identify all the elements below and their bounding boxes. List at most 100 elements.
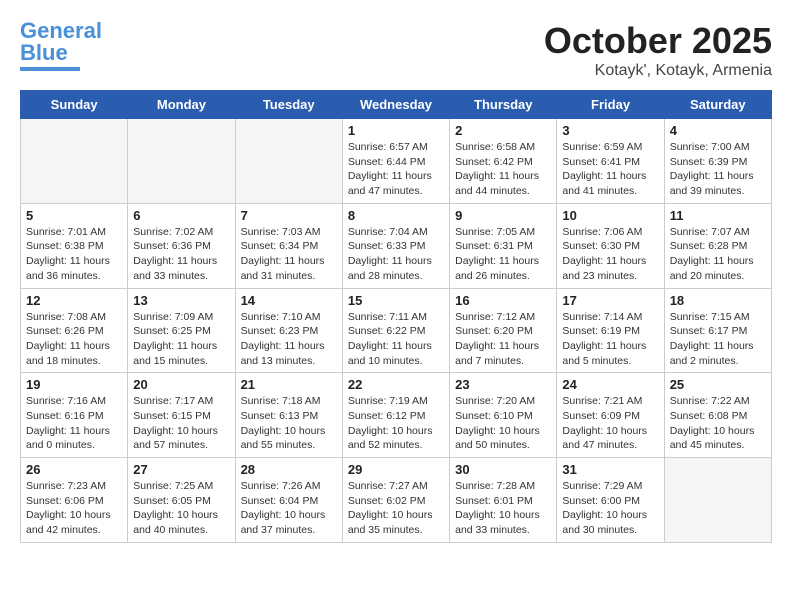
day-info: Sunrise: 7:21 AM Sunset: 6:09 PM Dayligh… [562, 394, 658, 453]
day-info: Sunrise: 6:57 AM Sunset: 6:44 PM Dayligh… [348, 140, 444, 199]
calendar-cell: 28 Sunrise: 7:26 AM Sunset: 6:04 PM Dayli… [235, 458, 342, 543]
calendar-cell: 1 Sunrise: 6:57 AM Sunset: 6:44 PM Daylig… [342, 119, 449, 204]
calendar-cell: 12 Sunrise: 7:08 AM Sunset: 6:26 PM Dayli… [21, 288, 128, 373]
calendar-cell [128, 119, 235, 204]
day-number: 18 [670, 293, 766, 308]
day-number: 12 [26, 293, 122, 308]
day-number: 6 [133, 208, 229, 223]
calendar-week-row: 5 Sunrise: 7:01 AM Sunset: 6:38 PM Daylig… [21, 203, 772, 288]
calendar-week-row: 19Sunrise: 7:16 AM Sunset: 6:16 PM Dayli… [21, 373, 772, 458]
day-number: 22 [348, 377, 444, 392]
day-number: 28 [241, 462, 337, 477]
calendar-cell: 22 Sunrise: 7:19 AM Sunset: 6:12 PM Dayli… [342, 373, 449, 458]
day-number: 20 [133, 377, 229, 392]
calendar-cell: 4 Sunrise: 7:00 AM Sunset: 6:39 PM Daylig… [664, 119, 771, 204]
calendar-cell: 19Sunrise: 7:16 AM Sunset: 6:16 PM Dayli… [21, 373, 128, 458]
day-number: 4 [670, 123, 766, 138]
calendar-cell: 26Sunrise: 7:23 AM Sunset: 6:06 PM Dayli… [21, 458, 128, 543]
title-block: October 2025 Kotayk', Kotayk, Armenia [544, 20, 772, 80]
day-number: 8 [348, 208, 444, 223]
day-info: Sunrise: 7:26 AM Sunset: 6:04 PM Dayligh… [241, 479, 337, 538]
calendar-cell: 10Sunrise: 7:06 AM Sunset: 6:30 PM Dayli… [557, 203, 664, 288]
day-number: 15 [348, 293, 444, 308]
weekday-header-wednesday: Wednesday [342, 91, 449, 119]
day-number: 29 [348, 462, 444, 477]
calendar-cell: 7 Sunrise: 7:03 AM Sunset: 6:34 PM Daylig… [235, 203, 342, 288]
calendar-week-row: 26Sunrise: 7:23 AM Sunset: 6:06 PM Dayli… [21, 458, 772, 543]
calendar-week-row: 1 Sunrise: 6:57 AM Sunset: 6:44 PM Daylig… [21, 119, 772, 204]
day-info: Sunrise: 7:12 AM Sunset: 6:20 PM Dayligh… [455, 310, 551, 369]
day-info: Sunrise: 7:14 AM Sunset: 6:19 PM Dayligh… [562, 310, 658, 369]
calendar-cell: 24Sunrise: 7:21 AM Sunset: 6:09 PM Dayli… [557, 373, 664, 458]
day-number: 19 [26, 377, 122, 392]
day-info: Sunrise: 7:00 AM Sunset: 6:39 PM Dayligh… [670, 140, 766, 199]
day-number: 2 [455, 123, 551, 138]
calendar-week-row: 12 Sunrise: 7:08 AM Sunset: 6:26 PM Dayli… [21, 288, 772, 373]
day-info: Sunrise: 7:18 AM Sunset: 6:13 PM Dayligh… [241, 394, 337, 453]
day-info: Sunrise: 7:03 AM Sunset: 6:34 PM Dayligh… [241, 225, 337, 284]
day-info: Sunrise: 7:10 AM Sunset: 6:23 PM Dayligh… [241, 310, 337, 369]
weekday-header-sunday: Sunday [21, 91, 128, 119]
day-info: Sunrise: 7:20 AM Sunset: 6:10 PM Dayligh… [455, 394, 551, 453]
calendar-cell: 23 Sunrise: 7:20 AM Sunset: 6:10 PM Dayli… [450, 373, 557, 458]
calendar-cell: 13Sunrise: 7:09 AM Sunset: 6:25 PM Dayli… [128, 288, 235, 373]
calendar-cell: 20 Sunrise: 7:17 AM Sunset: 6:15 PM Dayli… [128, 373, 235, 458]
day-number: 5 [26, 208, 122, 223]
day-info: Sunrise: 7:19 AM Sunset: 6:12 PM Dayligh… [348, 394, 444, 453]
day-number: 7 [241, 208, 337, 223]
calendar-cell: 21 Sunrise: 7:18 AM Sunset: 6:13 PM Dayli… [235, 373, 342, 458]
day-info: Sunrise: 7:29 AM Sunset: 6:00 PM Dayligh… [562, 479, 658, 538]
calendar-cell: 30Sunrise: 7:28 AM Sunset: 6:01 PM Dayli… [450, 458, 557, 543]
weekday-header-saturday: Saturday [664, 91, 771, 119]
calendar-cell: 17 Sunrise: 7:14 AM Sunset: 6:19 PM Dayli… [557, 288, 664, 373]
calendar-cell: 14 Sunrise: 7:10 AM Sunset: 6:23 PM Dayli… [235, 288, 342, 373]
weekday-header-tuesday: Tuesday [235, 91, 342, 119]
logo-bar [20, 67, 80, 71]
day-number: 31 [562, 462, 658, 477]
day-number: 17 [562, 293, 658, 308]
calendar-cell: 2 Sunrise: 6:58 AM Sunset: 6:42 PM Daylig… [450, 119, 557, 204]
calendar-cell: 31 Sunrise: 7:29 AM Sunset: 6:00 PM Dayli… [557, 458, 664, 543]
month-title: October 2025 [544, 20, 772, 62]
calendar-header-row: SundayMondayTuesdayWednesdayThursdayFrid… [21, 91, 772, 119]
day-number: 13 [133, 293, 229, 308]
day-info: Sunrise: 7:01 AM Sunset: 6:38 PM Dayligh… [26, 225, 122, 284]
day-info: Sunrise: 7:11 AM Sunset: 6:22 PM Dayligh… [348, 310, 444, 369]
calendar-cell: 9Sunrise: 7:05 AM Sunset: 6:31 PM Daylig… [450, 203, 557, 288]
page-header: General Blue October 2025 Kotayk', Kotay… [20, 20, 772, 80]
calendar-cell: 16Sunrise: 7:12 AM Sunset: 6:20 PM Dayli… [450, 288, 557, 373]
day-info: Sunrise: 7:04 AM Sunset: 6:33 PM Dayligh… [348, 225, 444, 284]
day-number: 1 [348, 123, 444, 138]
day-info: Sunrise: 7:23 AM Sunset: 6:06 PM Dayligh… [26, 479, 122, 538]
calendar-cell: 25Sunrise: 7:22 AM Sunset: 6:08 PM Dayli… [664, 373, 771, 458]
calendar-cell [664, 458, 771, 543]
calendar-cell [235, 119, 342, 204]
day-info: Sunrise: 7:08 AM Sunset: 6:26 PM Dayligh… [26, 310, 122, 369]
calendar-cell: 27 Sunrise: 7:25 AM Sunset: 6:05 PM Dayli… [128, 458, 235, 543]
day-number: 23 [455, 377, 551, 392]
day-info: Sunrise: 7:25 AM Sunset: 6:05 PM Dayligh… [133, 479, 229, 538]
calendar-cell: 15 Sunrise: 7:11 AM Sunset: 6:22 PM Dayli… [342, 288, 449, 373]
logo: General Blue [20, 20, 102, 71]
location: Kotayk', Kotayk, Armenia [544, 62, 772, 80]
day-info: Sunrise: 7:17 AM Sunset: 6:15 PM Dayligh… [133, 394, 229, 453]
calendar-cell: 8 Sunrise: 7:04 AM Sunset: 6:33 PM Daylig… [342, 203, 449, 288]
calendar-cell: 18Sunrise: 7:15 AM Sunset: 6:17 PM Dayli… [664, 288, 771, 373]
day-info: Sunrise: 7:02 AM Sunset: 6:36 PM Dayligh… [133, 225, 229, 284]
day-info: Sunrise: 6:59 AM Sunset: 6:41 PM Dayligh… [562, 140, 658, 199]
day-number: 30 [455, 462, 551, 477]
day-number: 14 [241, 293, 337, 308]
calendar-cell [21, 119, 128, 204]
weekday-header-thursday: Thursday [450, 91, 557, 119]
day-info: Sunrise: 7:27 AM Sunset: 6:02 PM Dayligh… [348, 479, 444, 538]
day-number: 21 [241, 377, 337, 392]
day-info: Sunrise: 6:58 AM Sunset: 6:42 PM Dayligh… [455, 140, 551, 199]
day-info: Sunrise: 7:22 AM Sunset: 6:08 PM Dayligh… [670, 394, 766, 453]
weekday-header-friday: Friday [557, 91, 664, 119]
day-number: 27 [133, 462, 229, 477]
day-number: 9 [455, 208, 551, 223]
day-info: Sunrise: 7:06 AM Sunset: 6:30 PM Dayligh… [562, 225, 658, 284]
day-info: Sunrise: 7:07 AM Sunset: 6:28 PM Dayligh… [670, 225, 766, 284]
day-number: 11 [670, 208, 766, 223]
logo-blue: Blue [20, 42, 68, 64]
